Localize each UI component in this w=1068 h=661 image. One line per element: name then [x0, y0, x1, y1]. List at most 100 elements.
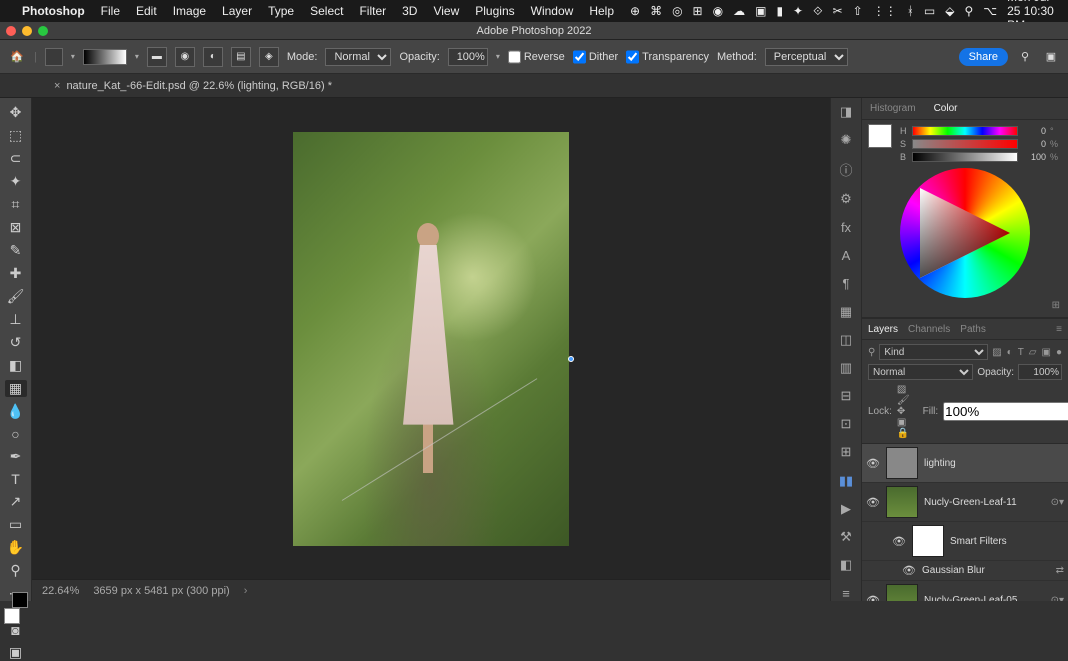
status-icon[interactable]: ◉	[713, 4, 723, 18]
link-icon[interactable]: ⊙▾	[1051, 497, 1064, 508]
history-brush-tool-icon[interactable]: ↺	[5, 334, 27, 351]
menu-plugins[interactable]: Plugins	[475, 4, 514, 18]
foreground-swatch[interactable]	[868, 124, 892, 148]
layer-name[interactable]: Nucly-Green-Leaf-11	[924, 497, 1045, 508]
menu-type[interactable]: Type	[268, 4, 294, 18]
chevron-right-icon[interactable]: ›	[244, 585, 248, 597]
status-icon[interactable]: ▮	[776, 4, 783, 18]
layer-thumbnail[interactable]	[886, 486, 918, 518]
lasso-tool-icon[interactable]: ⊂	[5, 150, 27, 167]
chevron-down-icon[interactable]: ▾	[496, 52, 500, 61]
reflected-gradient-icon[interactable]: ▤	[231, 47, 251, 67]
bluetooth-icon[interactable]: ᚼ	[907, 4, 914, 18]
menu-view[interactable]: View	[433, 4, 459, 18]
reverse-checkbox[interactable]: Reverse	[508, 48, 565, 66]
menu-filter[interactable]: Filter	[359, 4, 386, 18]
patterns-icon[interactable]: ▥	[836, 360, 856, 376]
gradients-icon[interactable]: ◫	[836, 332, 856, 348]
play-icon[interactable]: ▶	[836, 501, 856, 517]
visibility-icon[interactable]: 👁	[902, 564, 916, 577]
layer-thumbnail[interactable]	[886, 447, 918, 479]
character-icon[interactable]: fx	[836, 219, 856, 235]
tab-histogram[interactable]: Histogram	[866, 100, 920, 117]
gradient-endpoint-icon[interactable]	[568, 356, 574, 362]
menu-select[interactable]: Select	[310, 4, 343, 18]
wand-tool-icon[interactable]: ✦	[5, 173, 27, 190]
angle-gradient-icon[interactable]: ◐	[203, 47, 223, 67]
document-dimensions[interactable]: 3659 px x 5481 px (300 ppi)	[93, 585, 229, 597]
status-icon[interactable]: ⊞	[693, 4, 703, 18]
layer-name[interactable]: Smart Filters	[950, 536, 1064, 547]
panel-menu-icon[interactable]: ≡	[1056, 324, 1062, 335]
screenmode-icon[interactable]: ▣	[5, 644, 27, 661]
diamond-gradient-icon[interactable]: ◈	[259, 47, 279, 67]
layer-name[interactable]: lighting	[924, 458, 1064, 469]
menu-file[interactable]: File	[101, 4, 120, 18]
paragraph-icon[interactable]: ¶	[836, 276, 856, 292]
gradient-tool-icon[interactable]: ▦	[5, 380, 27, 397]
status-icon[interactable]: ⟐	[813, 4, 822, 19]
canvas[interactable]	[32, 98, 830, 579]
status-icon[interactable]: ⇧	[853, 4, 863, 18]
menu-help[interactable]: Help	[589, 4, 614, 18]
layer-name[interactable]: Gaussian Blur	[922, 565, 1050, 576]
status-icon[interactable]: ⊕	[630, 4, 640, 18]
type-tool-icon[interactable]: T	[5, 471, 27, 487]
pen-tool-icon[interactable]: ✒	[5, 448, 27, 465]
layer-row[interactable]: 👁 Nucly-Green-Leaf-05 ⊙▾	[862, 581, 1068, 601]
status-icon[interactable]: ✦	[793, 4, 803, 18]
actions-icon[interactable]: ⊡	[836, 416, 856, 432]
gradient-preview[interactable]	[83, 49, 127, 65]
layer-row[interactable]: 👁 Nucly-Green-Leaf-11 ⊙▾	[862, 483, 1068, 522]
settings-icon[interactable]: ⚒	[836, 529, 856, 545]
path-tool-icon[interactable]: ↗	[5, 493, 27, 510]
bri-slider[interactable]	[912, 152, 1018, 162]
app-menu[interactable]: Photoshop	[22, 4, 85, 18]
filter-adjust-icon[interactable]: ◐	[1007, 347, 1013, 358]
lock-position-icon[interactable]: ✥	[897, 406, 905, 417]
search-icon[interactable]: ⚲	[964, 4, 973, 18]
workspace-icon[interactable]: ▣	[1042, 48, 1060, 66]
radial-gradient-icon[interactable]: ◉	[175, 47, 195, 67]
search-icon[interactable]: ⚲	[868, 347, 875, 358]
bri-value[interactable]: 100	[1022, 152, 1046, 162]
window-close-button[interactable]	[6, 26, 16, 36]
layer-opacity-input[interactable]	[1018, 364, 1062, 380]
panel-icon[interactable]: ◧	[836, 557, 856, 573]
menu-layer[interactable]: Layer	[222, 4, 252, 18]
marquee-tool-icon[interactable]: ⬚	[5, 127, 27, 144]
visibility-icon[interactable]: 👁	[866, 457, 880, 470]
layer-thumbnail[interactable]	[886, 584, 918, 601]
panel-icon[interactable]: ≡	[836, 585, 856, 601]
lock-artboard-icon[interactable]: ▣	[897, 417, 906, 428]
foreground-swatch[interactable]	[45, 48, 63, 66]
type-icon[interactable]: A	[836, 248, 856, 264]
window-zoom-button[interactable]	[38, 26, 48, 36]
menu-edit[interactable]: Edit	[136, 4, 157, 18]
layer-fill-input[interactable]	[943, 402, 1068, 421]
eraser-tool-icon[interactable]: ◧	[5, 357, 27, 374]
tab-channels[interactable]: Channels	[908, 324, 950, 335]
crop-tool-icon[interactable]: ⌗	[5, 196, 27, 213]
blur-tool-icon[interactable]: 💧	[5, 403, 27, 420]
adjustments-icon[interactable]: ✺	[836, 132, 856, 148]
layer-row[interactable]: 👁 Gaussian Blur ⇄	[862, 561, 1068, 581]
link-icon[interactable]: ⊙▾	[1051, 595, 1064, 602]
info-icon[interactable]: ⓘ	[836, 160, 856, 179]
eyedropper-tool-icon[interactable]: ✎	[5, 242, 27, 259]
chevron-down-icon[interactable]: ▾	[71, 52, 75, 61]
wifi-icon[interactable]: ⬙	[945, 4, 954, 18]
layer-row[interactable]: 👁 lighting	[862, 444, 1068, 483]
filter-options-icon[interactable]: ⇄	[1056, 565, 1064, 576]
foreground-color-swatch[interactable]	[4, 608, 20, 624]
histogram-icon[interactable]: ◨	[836, 104, 856, 120]
visibility-icon[interactable]: 👁	[866, 594, 880, 602]
libraries-icon[interactable]: ▮▮	[836, 473, 856, 489]
shape-tool-icon[interactable]: ▭	[5, 516, 27, 533]
filter-toggle-icon[interactable]: ●	[1056, 347, 1062, 358]
lock-all-icon[interactable]: 🔒	[897, 428, 909, 439]
tab-layers[interactable]: Layers	[868, 324, 898, 335]
blend-mode-select[interactable]: Normal	[868, 364, 973, 380]
method-select[interactable]: Perceptual	[765, 48, 848, 66]
background-color-swatch[interactable]	[12, 592, 28, 608]
